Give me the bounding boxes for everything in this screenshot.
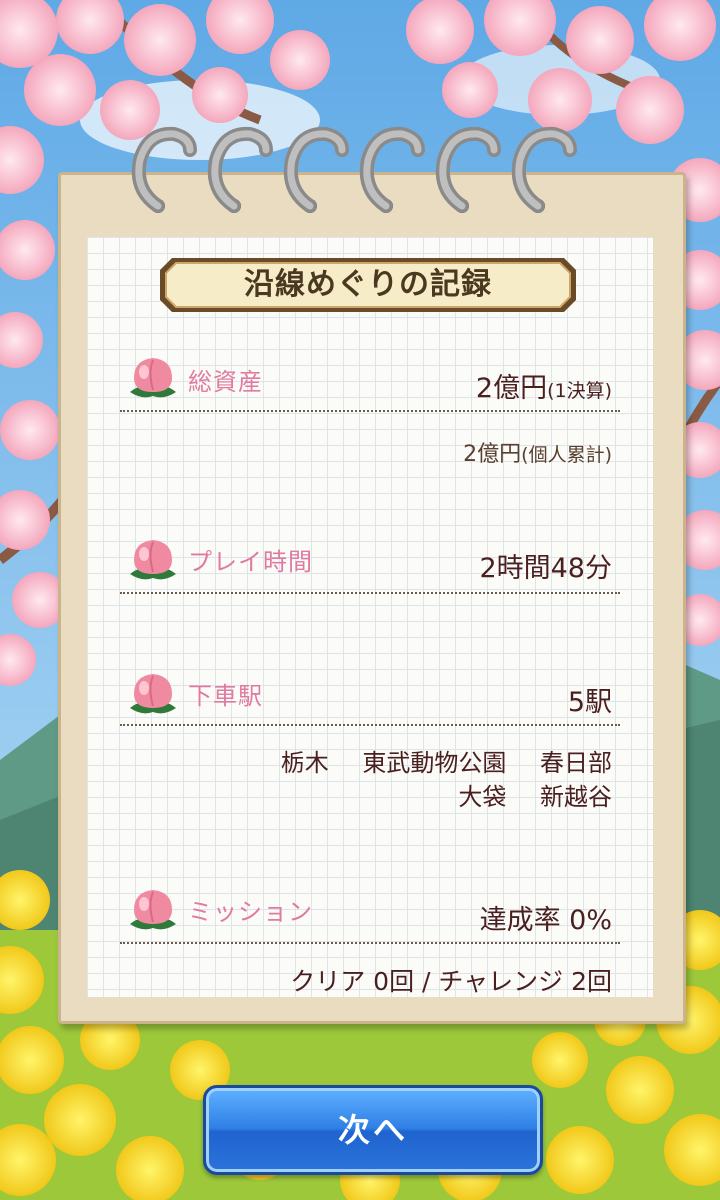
station-name: 大袋 (458, 783, 507, 811)
station-name: 新越谷 (540, 783, 612, 811)
station-name: 春日部 (540, 749, 612, 777)
assets-note: (1決算) (547, 380, 612, 402)
assets-cumulative: 2億円(個人累計) (463, 436, 612, 468)
peach-icon (130, 540, 176, 580)
playtime-value: 2時間48分 (479, 553, 612, 584)
mission-rate: 達成率 0% (479, 905, 612, 936)
mission-detail: クリア 0回 / チャレンジ 2回 (290, 967, 612, 996)
stations-label: 下車駅 (188, 682, 263, 710)
divider (120, 592, 620, 594)
next-button[interactable]: 次へ (203, 1085, 543, 1175)
assets-cumulative-amount: 2億円 (463, 442, 522, 467)
peach-icon (130, 890, 176, 930)
divider (120, 724, 620, 726)
grid-paper (87, 237, 653, 997)
divider (120, 942, 620, 944)
playtime-label: プレイ時間 (188, 548, 313, 576)
title-plate: 沿線めぐりの記録 (158, 256, 578, 314)
station-name: 東武動物公園 (362, 749, 507, 777)
mission-label: ミッション (188, 898, 313, 926)
stations-count: 5駅 (567, 687, 612, 718)
station-name: 栃木 (280, 749, 329, 777)
binder-rings (131, 126, 577, 213)
station-list: 栃木 東武動物公園 春日部 大袋 新越谷 (255, 746, 612, 814)
page-title: 沿線めぐりの記録 (244, 267, 492, 302)
station-line-1: 栃木 東武動物公園 春日部 (255, 746, 612, 780)
assets-label: 総資産 (188, 368, 263, 396)
peach-icon (130, 358, 176, 398)
assets-value: 2億円(1決算) (476, 366, 612, 405)
assets-cumulative-note: (個人累計) (521, 444, 612, 466)
divider (120, 410, 620, 412)
peach-icon (130, 674, 176, 714)
assets-amount: 2億円 (475, 373, 548, 404)
station-line-2: 大袋 新越谷 (255, 780, 612, 814)
